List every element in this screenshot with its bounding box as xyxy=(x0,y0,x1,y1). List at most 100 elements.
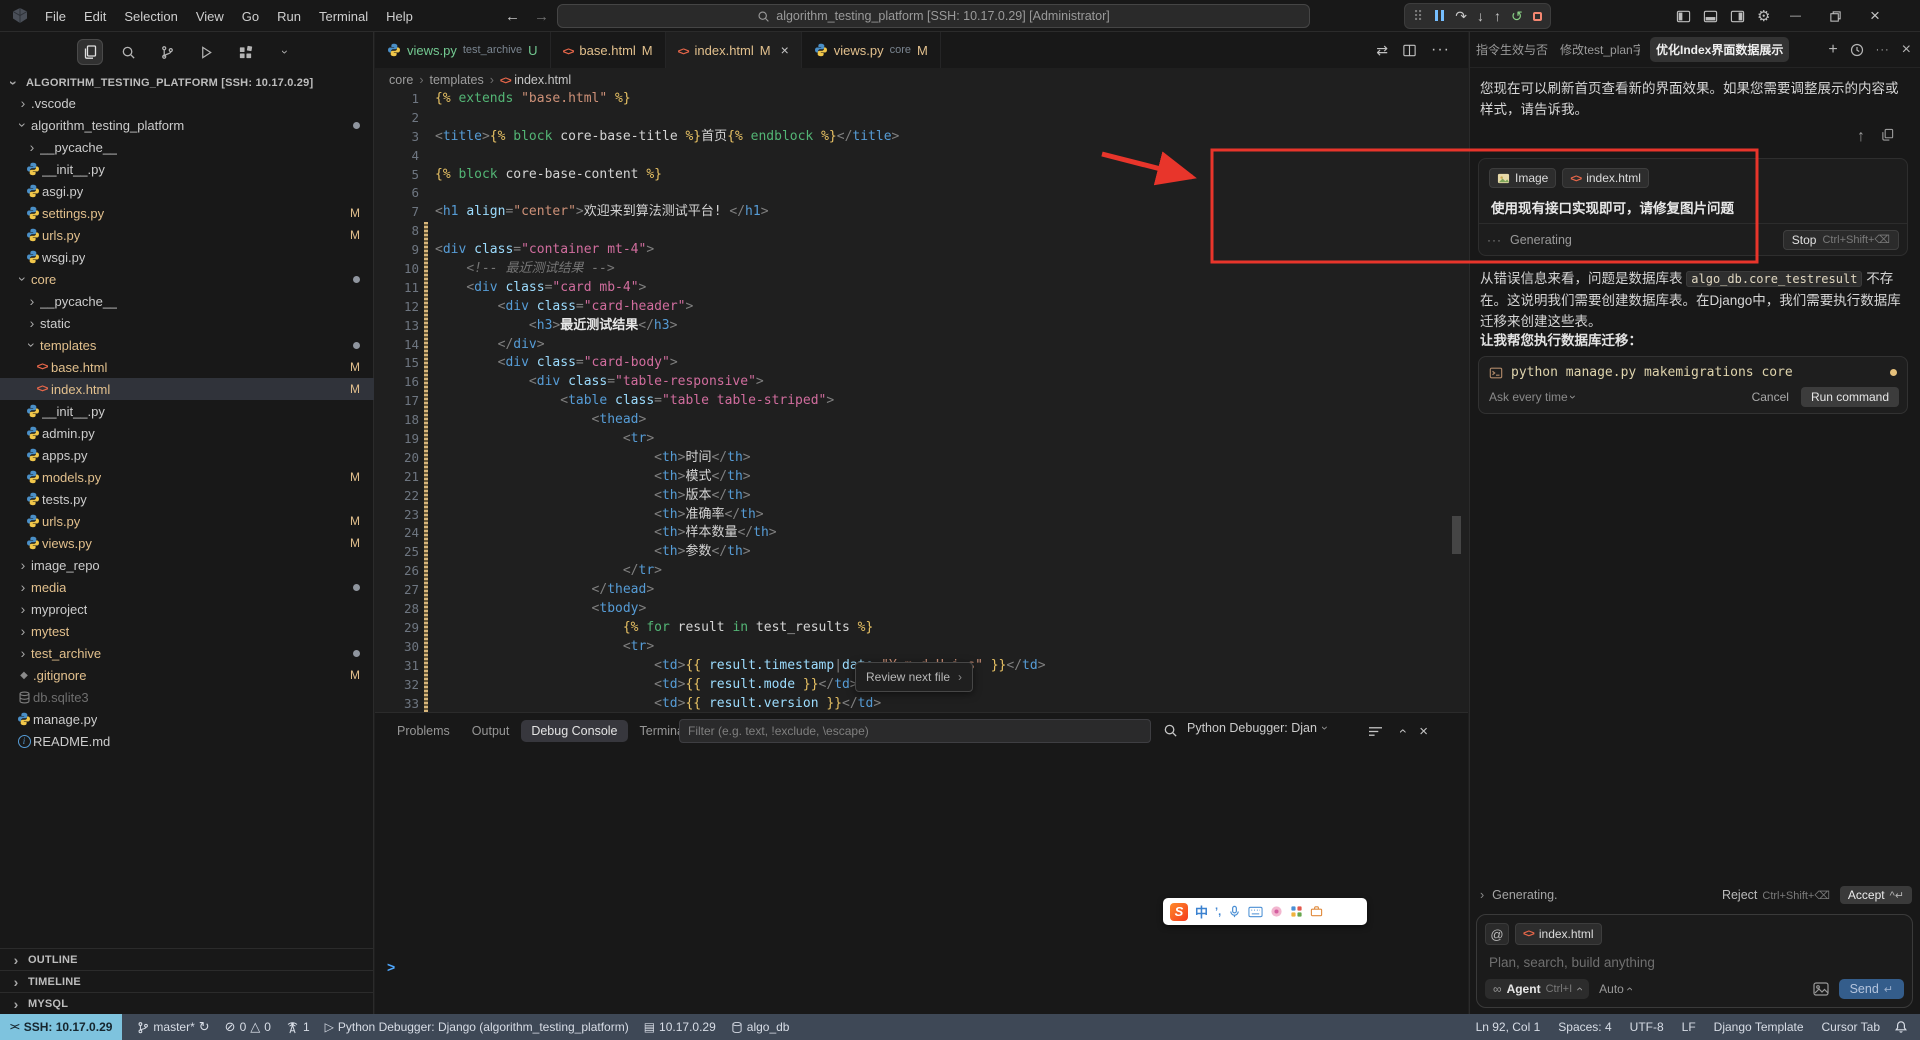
toolbox-icon[interactable] xyxy=(1310,905,1323,918)
settings-gear-icon[interactable]: ⚙ xyxy=(1757,7,1770,25)
step-into-icon[interactable]: ↓ xyxy=(1477,9,1484,23)
tree-item-vscode[interactable]: › .vscode xyxy=(0,92,374,114)
attachment-chip-index-html[interactable]: <> index.html xyxy=(1562,168,1649,188)
breadcrumb-core[interactable]: core xyxy=(389,73,413,87)
chat-tab-修改test-plan字[interactable]: 修改test_plan字 xyxy=(1554,37,1640,62)
menu-help[interactable]: Help xyxy=(379,7,420,26)
tree-item-myproject[interactable]: › myproject xyxy=(0,598,374,620)
toggle-primary-sidebar-icon[interactable] xyxy=(1676,9,1691,24)
menu-terminal[interactable]: Terminal xyxy=(312,7,375,26)
menu-view[interactable]: View xyxy=(189,7,231,26)
stop-button[interactable]: Stop Ctrl+Shift+⌫ xyxy=(1782,229,1899,250)
tab-views-py-core[interactable]: views.py core M xyxy=(801,32,941,68)
tree-item-index-html[interactable]: <> index.html M xyxy=(0,378,374,400)
minimize-button[interactable]: — xyxy=(1790,10,1801,22)
sogou-logo-icon[interactable]: S xyxy=(1170,902,1188,921)
tree-item-base-html[interactable]: <> base.html M xyxy=(0,356,374,378)
chat-tab-优化index界面数据展示[interactable]: 优化Index界面数据展示 xyxy=(1650,37,1790,62)
attach-image-button[interactable] xyxy=(1812,982,1829,996)
status-django-template[interactable]: Django Template xyxy=(1714,1020,1804,1034)
restore-button[interactable] xyxy=(1829,10,1842,23)
sidebar-section-timeline[interactable]: › TIMELINE xyxy=(0,970,374,992)
status-spaces-4[interactable]: Spaces: 4 xyxy=(1558,1020,1611,1034)
menu-edit[interactable]: Edit xyxy=(77,7,113,26)
tab-base-html[interactable]: <> base.html M xyxy=(550,32,666,68)
agent-mode-select[interactable]: ∞ Agent Ctrl+I › xyxy=(1485,979,1590,999)
split-editor-icon[interactable] xyxy=(1402,43,1417,58)
tree-item-algorithm-testing-platform[interactable]: › algorithm_testing_platform xyxy=(0,114,374,136)
stop-icon[interactable] xyxy=(1532,11,1542,21)
tree-item-manage-py[interactable]: manage.py xyxy=(0,708,374,730)
step-over-icon[interactable]: ↷ xyxy=(1455,9,1467,23)
tree-item-core[interactable]: › core xyxy=(0,268,374,290)
git-branch[interactable]: master* ↻ xyxy=(137,1019,210,1035)
tree-item-urls-py[interactable]: urls.py M xyxy=(0,510,374,532)
microphone-icon[interactable] xyxy=(1228,905,1241,918)
tree-item-media[interactable]: › media xyxy=(0,576,374,598)
tree-item-admin-py[interactable]: admin.py xyxy=(0,422,374,444)
pause-icon[interactable] xyxy=(1433,9,1445,23)
review-next-file-tooltip[interactable]: Review next file › xyxy=(855,662,974,692)
tree-item-readme-md[interactable]: i README.md xyxy=(0,730,374,752)
scroll-up-icon[interactable]: ↑ xyxy=(1857,128,1865,146)
tree-item-asgi-py[interactable]: asgi.py xyxy=(0,180,374,202)
debug-console-prompt[interactable]: > xyxy=(387,959,395,975)
tree-item-mytest[interactable]: › mytest xyxy=(0,620,374,642)
panel-tab-output[interactable]: Output xyxy=(462,720,520,742)
status-cursor-tab[interactable]: Cursor Tab xyxy=(1822,1020,1880,1034)
chat-tab-指令生效与否[interactable]: 指令生效与否 xyxy=(1470,37,1554,62)
status-utf-8[interactable]: UTF-8 xyxy=(1630,1020,1664,1034)
menu-selection[interactable]: Selection xyxy=(117,7,184,26)
attachment-chip-image[interactable]: Image xyxy=(1489,168,1557,188)
back-icon[interactable]: ← xyxy=(505,8,520,25)
new-chat-icon[interactable]: + xyxy=(1828,41,1837,59)
cancel-button[interactable]: Cancel xyxy=(1752,390,1789,404)
server-host[interactable]: ▤ 10.17.0.29 xyxy=(644,1020,716,1034)
close-window-button[interactable]: × xyxy=(1870,6,1880,26)
filter-lines-icon[interactable] xyxy=(1368,725,1383,738)
menu-file[interactable]: File xyxy=(38,7,73,26)
run-command-button[interactable]: Run command xyxy=(1800,387,1899,407)
tree-item-test-archive[interactable]: › test_archive xyxy=(0,642,374,664)
accept-button[interactable]: Accept ^↵ xyxy=(1839,886,1912,904)
database-connection[interactable]: algo_db xyxy=(731,1020,789,1034)
apps-grid-icon[interactable] xyxy=(1290,905,1303,918)
step-out-icon[interactable]: ↑ xyxy=(1494,9,1501,23)
sidebar-section-outline[interactable]: › OUTLINE xyxy=(0,948,374,970)
tree-item-init-py[interactable]: __init__.py xyxy=(0,400,374,422)
debug-session-select[interactable]: Python Debugger: Djan › xyxy=(1187,721,1332,735)
source-control-icon[interactable] xyxy=(155,39,181,65)
tree-item-db-sqlite3[interactable]: db.sqlite3 xyxy=(0,686,374,708)
mention-button[interactable]: @ xyxy=(1485,923,1509,945)
reject-button[interactable]: Reject Ctrl+Shift+⌫ xyxy=(1722,888,1830,902)
drag-handle-icon[interactable]: ⠿ xyxy=(1413,9,1423,23)
tree-item-settings-py[interactable]: settings.py M xyxy=(0,202,374,224)
copy-icon[interactable] xyxy=(1881,128,1894,141)
editor-scrollbar[interactable] xyxy=(1452,516,1461,554)
more-actions-icon[interactable]: ··· xyxy=(1431,41,1450,59)
search-icon[interactable] xyxy=(116,39,142,65)
search-icon[interactable] xyxy=(1163,723,1178,738)
panel-tab-debug-console[interactable]: Debug Console xyxy=(521,720,628,742)
breadcrumb-index-html[interactable]: <> index.html xyxy=(500,73,571,87)
tree-item-apps-py[interactable]: apps.py xyxy=(0,444,374,466)
menu-run[interactable]: Run xyxy=(270,7,308,26)
breadcrumb-templates[interactable]: templates xyxy=(430,73,484,87)
context-file-chip[interactable]: <> index.html xyxy=(1515,923,1602,945)
close-tab-icon[interactable]: × xyxy=(781,42,789,58)
problems-indicator[interactable]: ⊘ 0 △ 0 xyxy=(225,1019,271,1035)
menu-go[interactable]: Go xyxy=(235,7,266,26)
tree-item-image-repo[interactable]: › image_repo xyxy=(0,554,374,576)
maximize-panel-icon[interactable]: › xyxy=(1393,729,1409,734)
tree-item-static[interactable]: › static xyxy=(0,312,374,334)
tab-views-py-test-archive[interactable]: views.py test_archive U xyxy=(375,32,551,68)
remote-indicator[interactable]: >< SSH: 10.17.0.29 xyxy=(0,1014,123,1040)
tree-item-tests-py[interactable]: tests.py xyxy=(0,488,374,510)
notifications-bell[interactable] xyxy=(1894,1020,1920,1034)
command-center-search[interactable]: algorithm_testing_platform [SSH: 10.17.0… xyxy=(557,4,1310,28)
debug-session[interactable]: ▷ Python Debugger: Django (algorithm_tes… xyxy=(325,1020,629,1034)
chinese-mode-icon[interactable]: 中 xyxy=(1195,902,1208,921)
chevron-right-icon[interactable]: › xyxy=(1480,888,1484,902)
keyboard-icon[interactable] xyxy=(1248,906,1263,918)
history-icon[interactable] xyxy=(1850,43,1864,57)
